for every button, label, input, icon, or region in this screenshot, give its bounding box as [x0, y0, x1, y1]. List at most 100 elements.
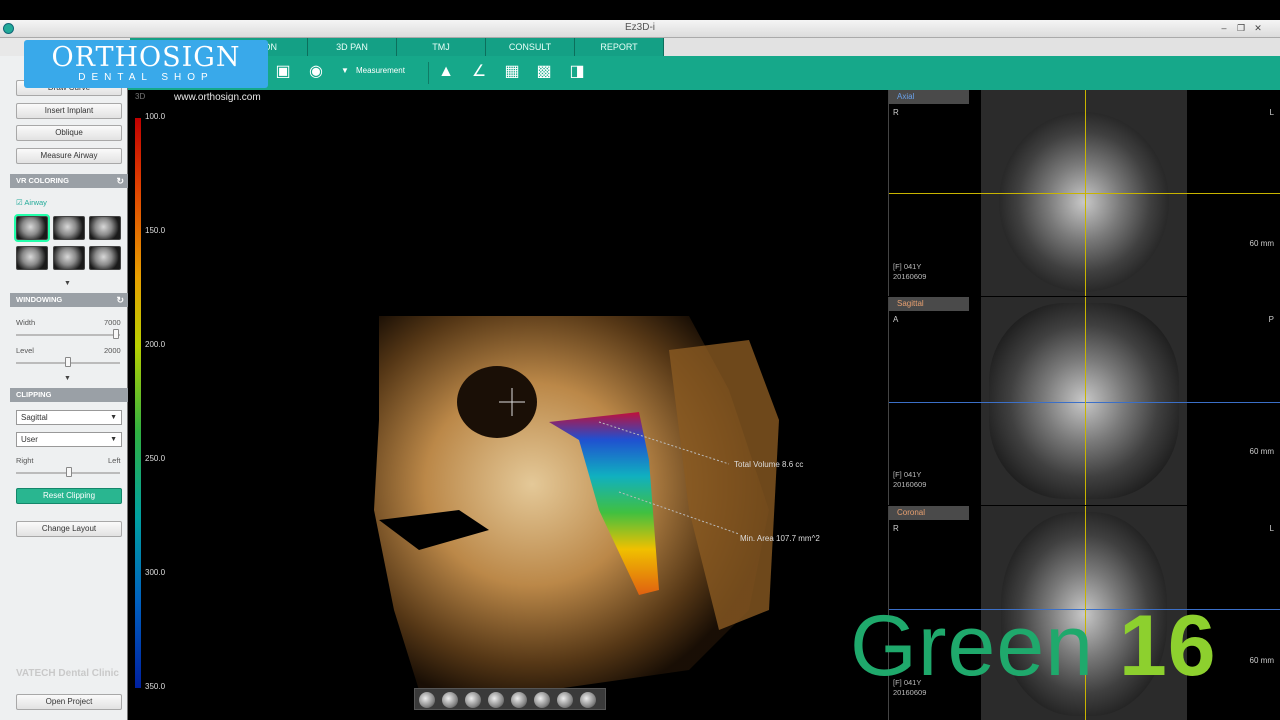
vr-preset-5[interactable] — [53, 246, 85, 270]
expand-chevron-icon[interactable]: ▼ — [64, 375, 71, 382]
axial-panel[interactable]: Axial R L 60 mm [F] 041Y 20160609 — [888, 90, 1280, 296]
measure-airway-button[interactable]: Measure Airway — [16, 148, 122, 164]
reset-clipping-button[interactable]: Reset Clipping — [16, 488, 122, 504]
box-icon[interactable]: ◨ — [567, 62, 587, 82]
axial-v-crosshair — [1085, 90, 1086, 296]
vr-preset-2[interactable] — [53, 216, 85, 240]
width-slider-knob[interactable] — [113, 329, 119, 339]
film-icon[interactable]: ▩ — [534, 62, 554, 82]
orthosign-logo: ORTHOSIGN DENTAL SHOP — [24, 40, 268, 88]
ceph-tool-icon[interactable]: ▲ — [436, 62, 456, 82]
view-orient-icon[interactable] — [465, 692, 481, 708]
skull-render — [374, 316, 779, 690]
expand-chevron-icon[interactable]: ▼ — [64, 280, 71, 287]
clipping-plane-select[interactable]: Sagittal ▼ — [16, 410, 122, 425]
sagittal-info-2: 20160609 — [893, 480, 927, 489]
sagittal-tab[interactable]: Sagittal — [889, 297, 969, 311]
volume-annotation: Total Volume 8.6 cc — [734, 460, 804, 469]
vr-preset-4[interactable] — [16, 246, 48, 270]
coronal-tab[interactable]: Coronal — [889, 506, 969, 520]
axial-image — [999, 112, 1169, 292]
view-orient-icon[interactable] — [419, 692, 435, 708]
chevron-down-icon: ▼ — [110, 436, 117, 443]
refresh-icon[interactable]: ↻ — [116, 174, 124, 188]
vr-preset-1[interactable] — [14, 214, 50, 242]
axial-right-side: L — [1269, 108, 1274, 117]
window-title: Ez3D-i — [624, 22, 655, 33]
sagittal-scale: 60 mm — [1249, 447, 1274, 456]
view-orient-icon[interactable] — [534, 692, 550, 708]
axial-tab[interactable]: Axial — [889, 90, 969, 104]
image-icon[interactable]: ▦ — [502, 62, 522, 82]
vr-preset-6[interactable] — [89, 246, 121, 270]
clipping-title: CLIPPING — [16, 390, 52, 399]
tab-row-filler — [664, 38, 1280, 56]
tab-3d-pan[interactable]: 3D PAN — [308, 38, 397, 56]
axial-scale: 60 mm — [1249, 239, 1274, 248]
change-layout-button[interactable]: Change Layout — [16, 521, 122, 537]
view-orientation-toolbar — [414, 688, 606, 710]
module-tabs: ON 3D PAN TMJ CONSULT REPORT — [130, 38, 1280, 56]
measurement-menu[interactable]: Measurement — [356, 66, 405, 75]
coronal-left-side: R — [893, 524, 899, 533]
windowing-header: WINDOWING ↻ — [10, 293, 128, 307]
view-orient-icon[interactable] — [557, 692, 573, 708]
oblique-button[interactable]: Oblique — [16, 125, 122, 141]
axial-info-2: 20160609 — [893, 272, 927, 281]
minimize-icon[interactable]: – — [1217, 22, 1231, 35]
area-annotation: Min. Area 107.7 mm^2 — [740, 534, 820, 543]
tab-tmj[interactable]: TMJ — [397, 38, 486, 56]
insert-implant-button[interactable]: Insert Implant — [16, 103, 122, 119]
vr-coloring-title: VR COLORING — [16, 176, 69, 185]
tab-report[interactable]: REPORT — [575, 38, 664, 56]
brand-watermark: VATECH Dental Clinic — [16, 668, 119, 679]
camera-icon[interactable]: ▣ — [273, 62, 293, 82]
maximize-icon[interactable]: ❐ — [1234, 22, 1248, 35]
overlay-word: Green — [850, 598, 1095, 694]
sagittal-image — [989, 303, 1179, 499]
clipping-header: CLIPPING — [10, 388, 128, 402]
dropdown-caret-icon[interactable]: ▼ — [341, 66, 349, 75]
clip-left-label: Left — [108, 456, 121, 465]
chevron-down-icon: ▼ — [110, 414, 117, 421]
close-icon[interactable]: ✕ — [1251, 22, 1265, 35]
width-value: 7000 — [104, 318, 121, 327]
windowing-title: WINDOWING — [16, 295, 63, 304]
airway-checkbox-label: Airway — [24, 198, 47, 207]
3d-viewport[interactable]: 3D 100.0 150.0 200.0 250.0 300.0 350.0 T… — [129, 90, 887, 720]
tab-consult[interactable]: CONSULT — [486, 38, 575, 56]
open-project-button[interactable]: Open Project — [16, 694, 122, 710]
overlay-number: 16 — [1118, 598, 1217, 694]
vr-preset-3[interactable] — [89, 216, 121, 240]
main-toolbar: ▣ ◉ ▼ Measurement ▲ ∠ ▦ ▩ ◨ — [128, 56, 1280, 90]
clipping-mode-value: User — [21, 435, 38, 444]
view-orient-icon[interactable] — [488, 692, 504, 708]
toolbar-separator — [428, 62, 429, 84]
width-label: Width — [16, 318, 36, 327]
sagittal-right-side: P — [1268, 315, 1274, 324]
clip-slider-knob[interactable] — [66, 467, 72, 477]
sagittal-info-1: [F] 041Y — [893, 470, 922, 479]
clipping-plane-value: Sagittal — [21, 413, 48, 422]
airway-checkbox[interactable]: ☑ Airway — [16, 198, 47, 207]
axial-info-1: [F] 041Y — [893, 262, 922, 271]
sagittal-panel[interactable]: Sagittal A P 60 mm [F] 041Y 20160609 — [888, 297, 1280, 505]
sagittal-left-side: A — [893, 315, 899, 324]
view-orient-icon[interactable] — [580, 692, 596, 708]
level-value: 2000 — [104, 346, 121, 355]
view-orient-icon[interactable] — [442, 692, 458, 708]
clip-right-label: Right — [16, 456, 34, 465]
coronal-scale: 60 mm — [1249, 656, 1274, 665]
level-slider-knob[interactable] — [65, 357, 71, 367]
level-label: Level — [16, 346, 34, 355]
angle-tool-icon[interactable]: ∠ — [469, 62, 489, 82]
layers-icon[interactable]: ◉ — [306, 62, 326, 82]
sagittal-v-crosshair — [1085, 297, 1086, 505]
axial-left-side: R — [893, 108, 899, 117]
view-orient-icon[interactable] — [511, 692, 527, 708]
vr-coloring-header: VR COLORING ↻ — [10, 174, 128, 188]
coronal-right-side: L — [1269, 524, 1274, 533]
refresh-icon[interactable]: ↻ — [116, 293, 124, 307]
clipping-mode-select[interactable]: User ▼ — [16, 432, 122, 447]
width-slider-track[interactable] — [16, 334, 120, 336]
